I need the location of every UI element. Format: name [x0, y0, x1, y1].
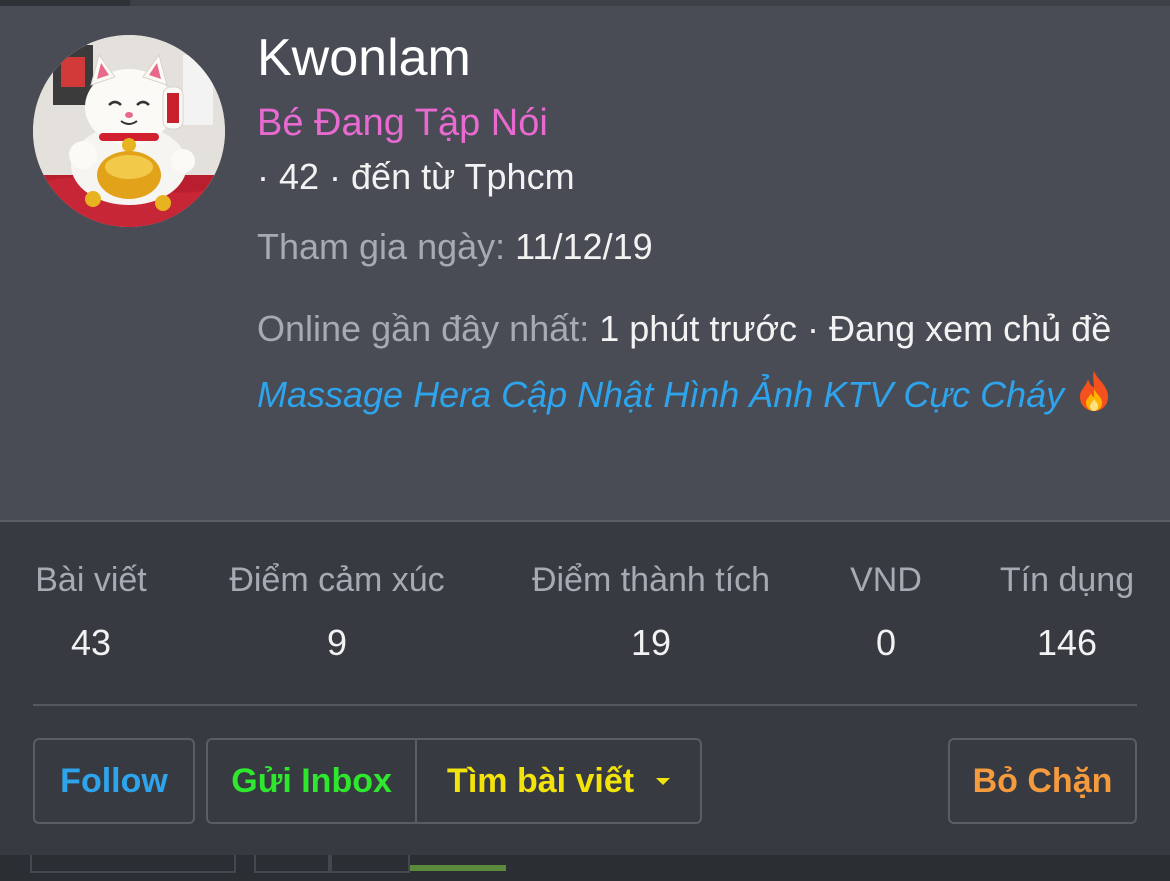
- follow-button[interactable]: Follow: [33, 738, 195, 824]
- top-strip: [0, 0, 1170, 6]
- unblock-button[interactable]: Bỏ Chặn: [948, 738, 1137, 824]
- thread-link[interactable]: Massage Hera Cập Nhật Hình Ảnh KTV Cực C…: [257, 374, 1064, 415]
- user-title: Bé Đang Tập Nói: [257, 102, 548, 144]
- background-tab: [254, 855, 330, 873]
- background-tabs: [0, 855, 1170, 881]
- stat-posts[interactable]: Bài viết 43: [18, 558, 164, 666]
- member-tooltip-card: Kwonlam Bé Đang Tập Nói · 42 · đến từ Tp…: [0, 0, 1170, 857]
- find-posts-dropdown[interactable]: Tìm bài viết: [417, 740, 700, 822]
- background-tab: [30, 855, 236, 873]
- stat-trophies[interactable]: Điểm thành tích 19: [516, 558, 786, 666]
- action-button-group: Gửi Inbox Tìm bài viết: [206, 738, 702, 824]
- divider: [33, 704, 1137, 706]
- stat-value: 43: [70, 622, 112, 663]
- user-info: · 42 · đến từ Tphcm: [257, 156, 575, 197]
- online-row: Online gần đây nhất: 1 phút trước · Đang…: [257, 296, 1137, 434]
- lucky-cat-avatar: [33, 35, 225, 227]
- stat-label: Điểm cảm xúc: [229, 561, 445, 599]
- chevron-down-icon: [656, 777, 671, 785]
- username[interactable]: Kwonlam: [257, 28, 471, 88]
- fire-icon: [1074, 368, 1114, 434]
- send-inbox-label: Gửi Inbox: [231, 761, 392, 800]
- stat-label: Tín dụng: [999, 561, 1135, 599]
- joined-value: 11/12/19: [515, 226, 653, 267]
- joined-row: Tham gia ngày: 11/12/19: [257, 224, 653, 270]
- online-value: 1 phút trước · Đang xem chủ đề: [599, 308, 1112, 349]
- joined-label: Tham gia ngày:: [257, 226, 506, 267]
- stat-label: Điểm thành tích: [531, 561, 771, 599]
- stat-value: 19: [630, 622, 672, 663]
- stat-credits[interactable]: Tín dụng 146: [986, 558, 1148, 666]
- stat-value: 9: [326, 622, 348, 663]
- online-label: Online gần đây nhất:: [257, 308, 590, 349]
- send-inbox-button[interactable]: Gửi Inbox: [208, 740, 418, 822]
- stat-value: 0: [875, 622, 897, 663]
- stat-vnd[interactable]: VND 0: [836, 558, 936, 666]
- background-tab: [330, 855, 410, 873]
- stat-label: Bài viết: [35, 561, 147, 599]
- stat-reactions[interactable]: Điểm cảm xúc 9: [212, 558, 462, 666]
- stat-value: 146: [1036, 622, 1098, 663]
- avatar[interactable]: [33, 35, 225, 227]
- stat-label: VND: [850, 561, 922, 599]
- active-tab-indicator: [410, 865, 506, 871]
- find-posts-label: Tìm bài viết: [447, 761, 635, 800]
- member-header: Kwonlam Bé Đang Tập Nói · 42 · đến từ Tp…: [0, 0, 1170, 520]
